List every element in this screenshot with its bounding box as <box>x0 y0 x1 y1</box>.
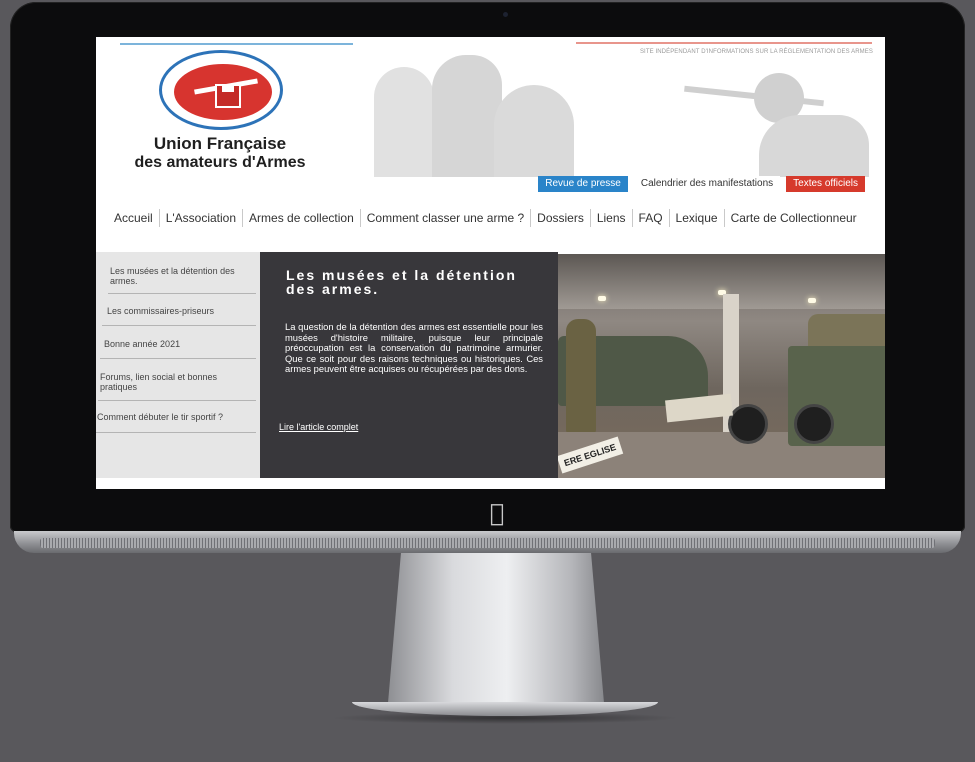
header-silhouettes <box>354 45 874 177</box>
sidebar-divider <box>102 325 256 326</box>
nav-lexique[interactable]: Lexique <box>670 210 724 226</box>
nav-dossiers[interactable]: Dossiers <box>531 210 590 226</box>
textes-officiels-link[interactable]: Textes officiels <box>786 176 865 192</box>
photo-ceiling <box>558 254 885 309</box>
revue-de-presse-link[interactable]: Revue de presse <box>538 176 628 192</box>
quick-links: Revue de presse Calendrier des manifesta… <box>538 176 865 192</box>
nav-association[interactable]: L'Association <box>160 210 242 226</box>
logo-subtitle[interactable]: des amateurs d'Armes <box>114 153 326 173</box>
soldier-silhouette <box>494 85 574 177</box>
sidebar-divider <box>108 293 256 294</box>
soldier-silhouette <box>374 67 434 177</box>
monitor-stand <box>388 553 604 703</box>
sidebar-divider <box>96 432 256 433</box>
photo-wheel <box>728 404 768 444</box>
article-photo[interactable]: ERE EGLISE <box>558 254 885 478</box>
photo-mannequin <box>566 319 596 434</box>
logo-title[interactable]: Union Française <box>124 134 316 154</box>
photo-wheel <box>794 404 834 444</box>
logo-emblem-icon[interactable] <box>159 50 283 130</box>
nav-comment-classer[interactable]: Comment classer une arme ? <box>361 210 530 226</box>
nav-liens[interactable]: Liens <box>591 210 632 226</box>
sidebar-list: Les musées et la détention des armes. Le… <box>96 252 260 478</box>
article-title[interactable]: Les musées et la détention des armes. <box>286 268 544 296</box>
shooter-silhouette <box>759 115 869 177</box>
calendrier-link[interactable]: Calendrier des manifestations <box>633 176 781 192</box>
read-more-link[interactable]: Lire l'article complet <box>279 422 358 432</box>
nav-carte-collectionneur[interactable]: Carte de Collectionneur <box>725 210 863 226</box>
photo-light <box>598 296 606 301</box>
sidebar-item-forums[interactable]: Forums, lien social et bonnes pratiques <box>100 372 252 392</box>
camera-icon <box>503 12 508 17</box>
sidebar-item-musees[interactable]: Les musées et la détention des armes. <box>110 266 252 286</box>
photo-light <box>808 298 816 303</box>
logo-box-icon <box>215 84 241 108</box>
sidebar-divider <box>100 358 256 359</box>
sidebar-item-bonne-annee[interactable]: Bonne année 2021 <box>104 339 252 349</box>
logo-inner <box>172 62 274 122</box>
screen: SITE INDÉPENDANT D'INFORMATIONS SUR LA R… <box>96 37 885 489</box>
nav-armes-de-collection[interactable]: Armes de collection <box>243 210 360 226</box>
article-excerpt: La question de la détention des armes es… <box>285 321 543 374</box>
sidebar-item-commissaires[interactable]: Les commissaires-priseurs <box>107 306 255 316</box>
soldier-silhouette <box>432 55 502 177</box>
main-nav: Accueil L'Association Armes de collectio… <box>108 209 863 227</box>
header-line-right <box>576 42 872 44</box>
speaker-grille <box>40 538 935 548</box>
article-panel: Les musées et la détention des armes. La… <box>260 252 558 478</box>
content-area: Les musées et la détention des armes. Le… <box>96 252 885 478</box>
nav-faq[interactable]: FAQ <box>633 210 669 226</box>
sidebar-divider <box>98 400 256 401</box>
header-line-left <box>120 43 353 45</box>
apple-logo-icon:  <box>486 500 508 526</box>
sidebar-item-tir-sportif[interactable]: Comment débuter le tir sportif ? <box>97 412 257 422</box>
nav-accueil[interactable]: Accueil <box>108 210 159 226</box>
